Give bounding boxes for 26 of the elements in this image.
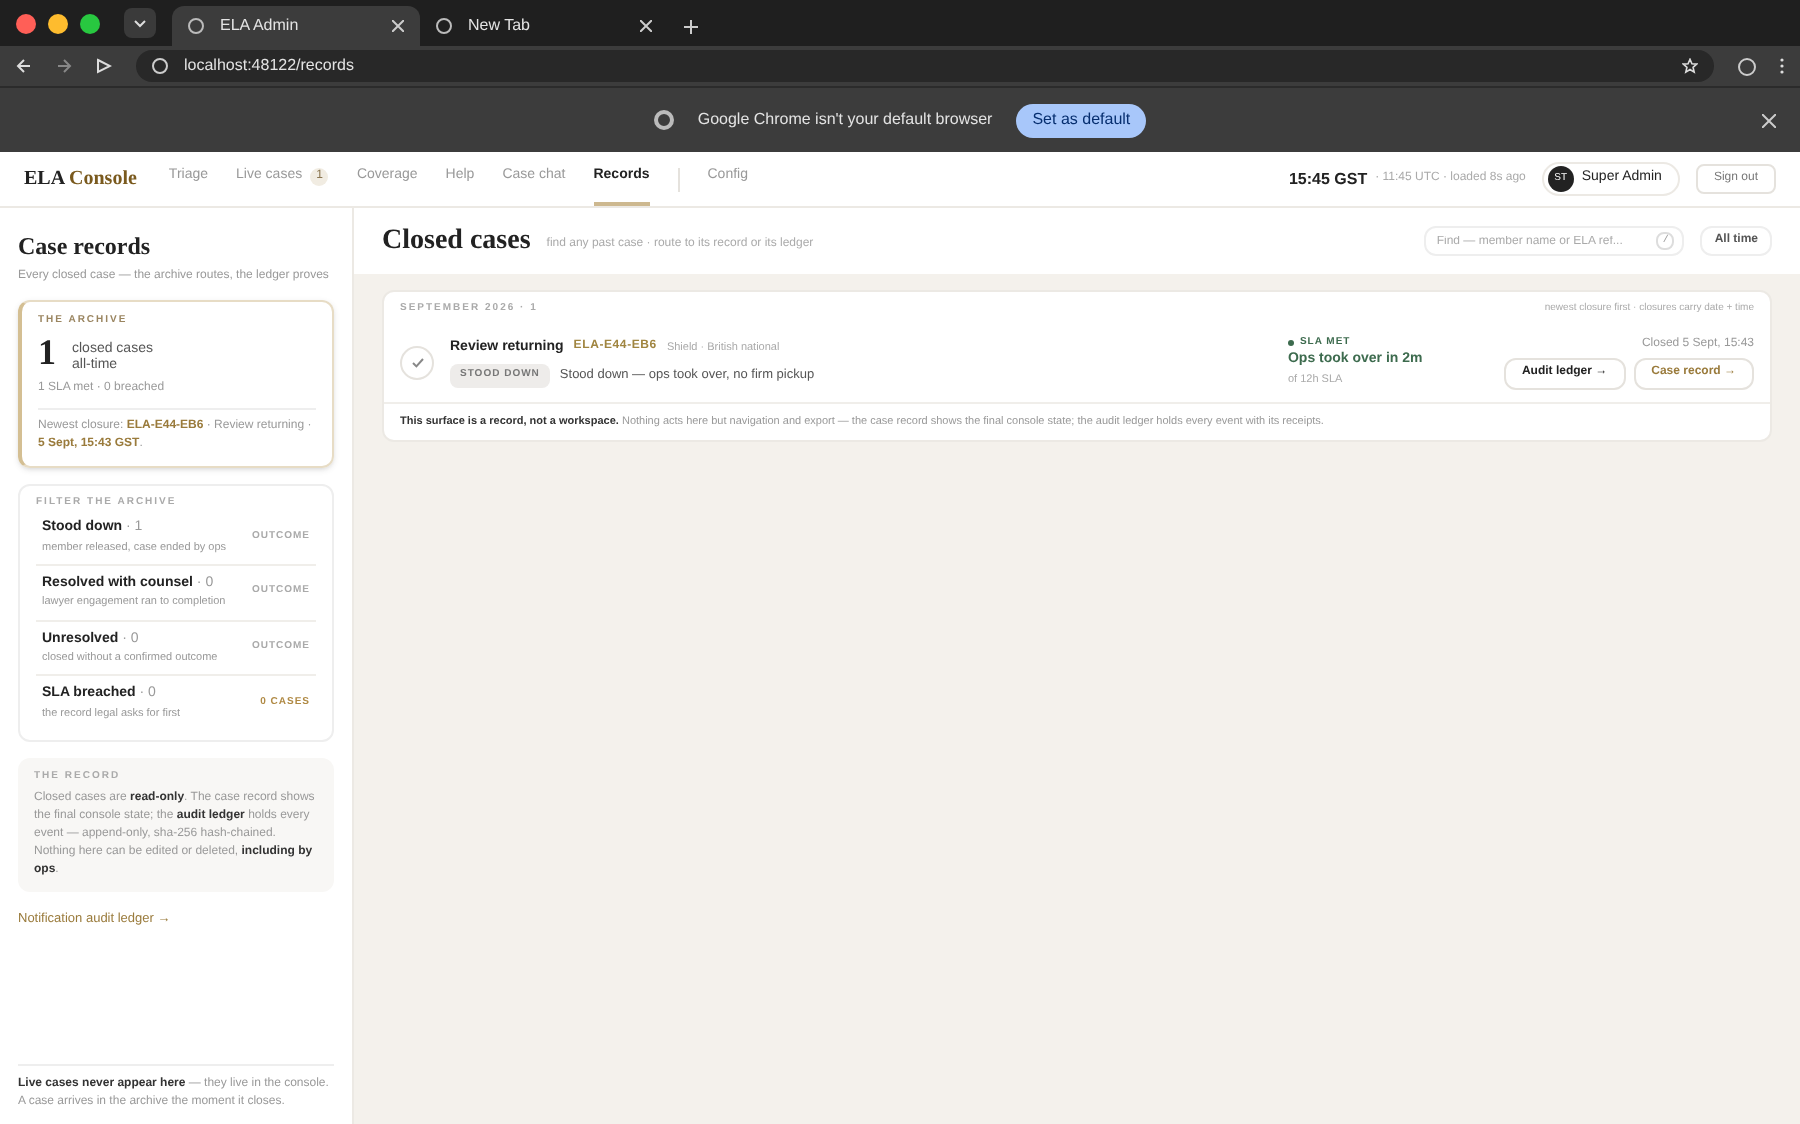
- info-message: Google Chrome isn't your default browser: [697, 108, 993, 132]
- minimize-window-icon[interactable]: [48, 13, 68, 33]
- new-tab-icon[interactable]: [684, 20, 698, 34]
- chevron-down-icon: [134, 19, 146, 27]
- current-time: 15:45 GST: [1288, 167, 1368, 191]
- back-icon[interactable]: [16, 58, 32, 74]
- tab-title: ELA Admin: [220, 14, 301, 38]
- set-default-button[interactable]: Set as default: [1016, 103, 1147, 137]
- browser-tab[interactable]: New Tab: [420, 6, 668, 46]
- page-title: Closed cases: [382, 224, 531, 260]
- address-bar[interactable]: localhost:48122/records: [136, 50, 1714, 82]
- close-icon[interactable]: [1762, 113, 1776, 127]
- browser-tab[interactable]: ELA Admin: [172, 6, 420, 46]
- tab-list-button[interactable]: [124, 8, 156, 38]
- forward-icon[interactable]: [56, 58, 72, 74]
- url-text: localhost:48122/records: [184, 54, 354, 78]
- maximize-window-icon[interactable]: [80, 13, 100, 33]
- close-window-icon[interactable]: [16, 13, 36, 33]
- close-icon[interactable]: [392, 20, 404, 32]
- brand-logo[interactable]: ELA Console: [24, 164, 137, 194]
- check-icon: [411, 357, 423, 367]
- archive-count: 1: [38, 333, 56, 369]
- star-icon[interactable]: [1682, 58, 1698, 74]
- tab-title: New Tab: [468, 14, 532, 38]
- sidebar-title: Case records: [18, 230, 153, 264]
- close-icon[interactable]: [640, 20, 652, 32]
